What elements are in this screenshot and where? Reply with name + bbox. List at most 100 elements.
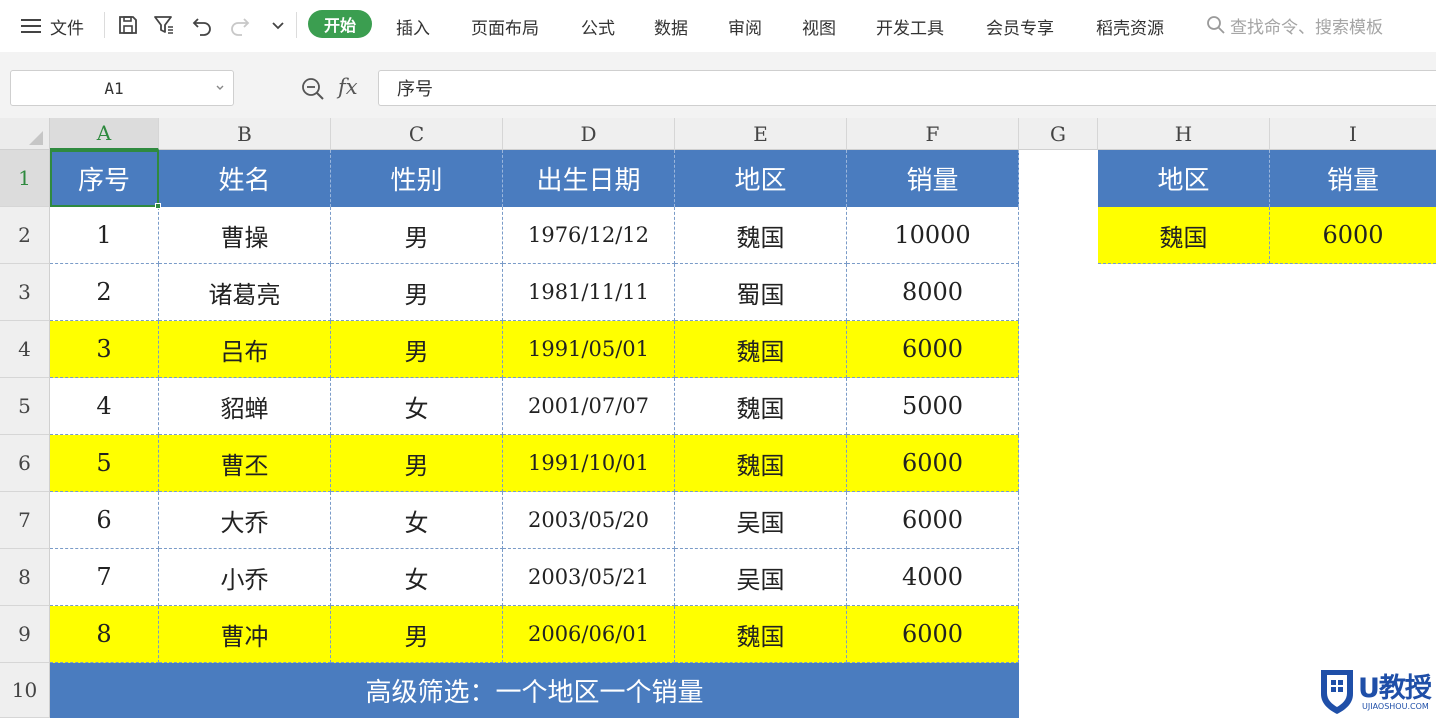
fill-handle[interactable] [155,203,161,209]
file-menu[interactable]: 文件 [20,0,84,52]
row-header-2[interactable]: 2 [0,207,50,264]
function-icon[interactable]: fx [338,72,368,102]
cell-e5[interactable]: 魏国 [675,378,847,435]
tab-formulas[interactable]: 公式 [581,0,615,52]
cell-a6[interactable]: 5 [50,435,159,492]
tab-data[interactable]: 数据 [654,0,688,52]
cell-d5[interactable]: 2001/07/07 [503,378,675,435]
column-header-b[interactable]: B [159,118,331,150]
cell-f7[interactable]: 6000 [847,492,1019,549]
tab-developer[interactable]: 开发工具 [876,0,944,52]
cell-e3[interactable]: 蜀国 [675,264,847,321]
cell-c7[interactable]: 女 [331,492,503,549]
tab-docer[interactable]: 稻壳资源 [1096,0,1164,52]
cell-c2[interactable]: 男 [331,207,503,264]
cell-e4[interactable]: 魏国 [675,321,847,378]
cell-f4[interactable]: 6000 [847,321,1019,378]
cell-c3[interactable]: 男 [331,264,503,321]
criteria-cell-h2[interactable]: 魏国 [1098,207,1270,264]
cell-b9[interactable]: 曹冲 [159,606,331,663]
row-header-6[interactable]: 6 [0,435,50,492]
row-header-8[interactable]: 8 [0,549,50,606]
tab-start[interactable]: 开始 [308,10,372,38]
cell-d6[interactable]: 1991/10/01 [503,435,675,492]
command-search[interactable]: 查找命令、搜索模板 [1206,10,1426,40]
tab-page-layout[interactable]: 页面布局 [471,0,539,52]
header-cell-f1[interactable]: 销量 [847,150,1019,207]
cell-f9[interactable]: 6000 [847,606,1019,663]
cell-f8[interactable]: 4000 [847,549,1019,606]
cell-e6[interactable]: 魏国 [675,435,847,492]
criteria-cell-i2[interactable]: 6000 [1270,207,1436,264]
tab-review[interactable]: 审阅 [728,0,762,52]
header-cell-b1[interactable]: 姓名 [159,150,331,207]
cell-a8[interactable]: 7 [50,549,159,606]
cell-a9[interactable]: 8 [50,606,159,663]
row-header-7[interactable]: 7 [0,492,50,549]
cell-b7[interactable]: 大乔 [159,492,331,549]
row-header-4[interactable]: 4 [0,321,50,378]
cell-e8[interactable]: 吴国 [675,549,847,606]
zoom-out-icon[interactable] [300,76,326,102]
cell-e7[interactable]: 吴国 [675,492,847,549]
cell-a2[interactable]: 1 [50,207,159,264]
header-cell-e1[interactable]: 地区 [675,150,847,207]
column-header-g[interactable]: G [1019,118,1098,150]
cell-c8[interactable]: 女 [331,549,503,606]
cell-d8[interactable]: 2003/05/21 [503,549,675,606]
cell-d9[interactable]: 2006/06/01 [503,606,675,663]
quick-access-dropdown[interactable] [264,11,292,39]
column-header-c[interactable]: C [331,118,503,150]
cell-d2[interactable]: 1976/12/12 [503,207,675,264]
select-all-corner[interactable] [0,118,50,150]
cell-e2[interactable]: 魏国 [675,207,847,264]
redo-button[interactable] [226,11,254,39]
column-header-a[interactable]: A [50,118,159,150]
cell-f3[interactable]: 8000 [847,264,1019,321]
cell-c4[interactable]: 男 [331,321,503,378]
column-header-i[interactable]: I [1270,118,1436,150]
cell-d3[interactable]: 1981/11/11 [503,264,675,321]
cell-a5[interactable]: 4 [50,378,159,435]
cell-b4[interactable]: 吕布 [159,321,331,378]
column-header-f[interactable]: F [847,118,1019,150]
cell-c9[interactable]: 男 [331,606,503,663]
cell-f5[interactable]: 5000 [847,378,1019,435]
cell-d7[interactable]: 2003/05/20 [503,492,675,549]
criteria-header-i1[interactable]: 销量 [1270,150,1436,207]
cell-f2[interactable]: 10000 [847,207,1019,264]
merged-cell-row-10[interactable]: 高级筛选：一个地区一个销量 [50,663,1019,718]
cell-c5[interactable]: 女 [331,378,503,435]
row-header-1[interactable]: 1 [0,150,50,207]
cell-b8[interactable]: 小乔 [159,549,331,606]
cell-a7[interactable]: 6 [50,492,159,549]
column-header-d[interactable]: D [503,118,675,150]
cell-b6[interactable]: 曹丕 [159,435,331,492]
header-cell-c1[interactable]: 性别 [331,150,503,207]
tab-view[interactable]: 视图 [802,0,836,52]
cell-b3[interactable]: 诸葛亮 [159,264,331,321]
undo-button[interactable] [188,11,216,39]
row-header-5[interactable]: 5 [0,378,50,435]
cell-b2[interactable]: 曹操 [159,207,331,264]
formula-input[interactable]: 序号 [378,70,1436,106]
cell-a3[interactable]: 2 [50,264,159,321]
header-cell-d1[interactable]: 出生日期 [503,150,675,207]
cell-f6[interactable]: 6000 [847,435,1019,492]
cell-b5[interactable]: 貂蝉 [159,378,331,435]
cell-e9[interactable]: 魏国 [675,606,847,663]
column-header-h[interactable]: H [1098,118,1270,150]
cell-c6[interactable]: 男 [331,435,503,492]
header-cell-a1[interactable]: 序号 [50,150,159,207]
column-header-e[interactable]: E [675,118,847,150]
row-header-9[interactable]: 9 [0,606,50,663]
save-button[interactable] [114,11,142,39]
name-box[interactable]: A1 [10,70,234,106]
cell-d4[interactable]: 1991/05/01 [503,321,675,378]
criteria-header-h1[interactable]: 地区 [1098,150,1270,207]
row-header-10[interactable]: 10 [0,663,50,718]
cell-a4[interactable]: 3 [50,321,159,378]
row-header-3[interactable]: 3 [0,264,50,321]
chevron-down-icon[interactable] [213,80,227,94]
tab-member[interactable]: 会员专享 [986,0,1054,52]
